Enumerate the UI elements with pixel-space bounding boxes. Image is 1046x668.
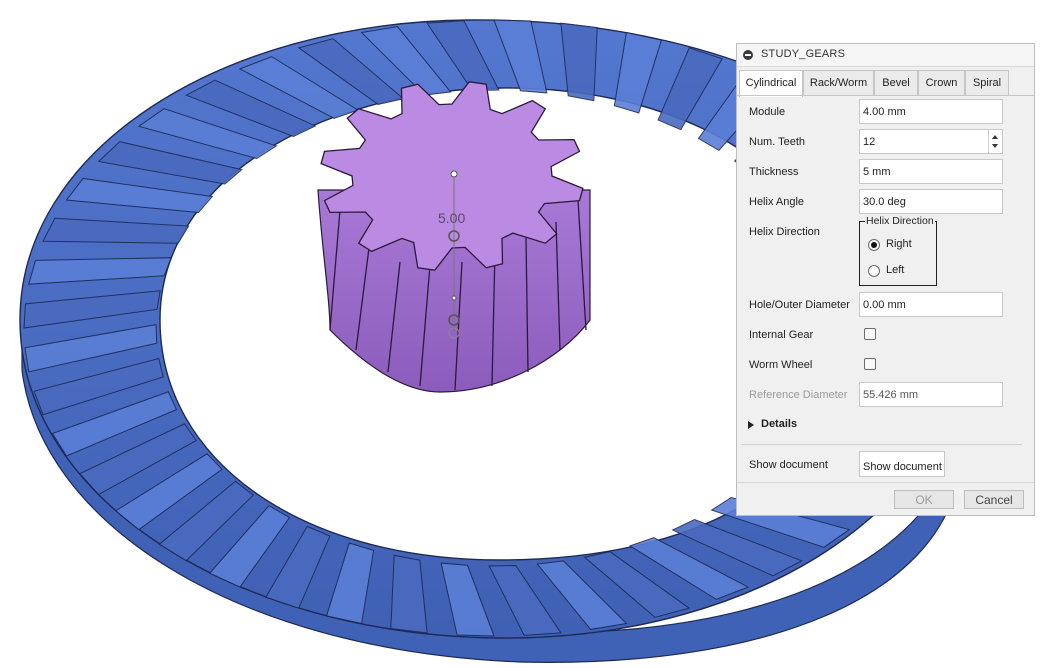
dialog-footer: OK Cancel [737,482,1034,518]
radio-left[interactable] [868,265,880,277]
study-gears-dialog: STUDY_GEARS Cylindrical Rack/Worm Bevel … [736,43,1035,516]
num-teeth-value: 12 [863,136,876,148]
thickness-input[interactable]: 5 mm [859,159,1003,184]
details-section-toggle[interactable]: Details [761,418,797,430]
num-teeth-stepper[interactable]: 12 [859,129,1003,154]
gear-type-tabs: Cylindrical Rack/Worm Bevel Crown Spiral [739,70,1034,97]
tab-spiral[interactable]: Spiral [965,70,1009,95]
module-input[interactable]: 4.00 mm [859,99,1003,124]
increment-arrow-icon[interactable] [992,135,998,139]
cancel-button[interactable]: Cancel [964,490,1024,509]
section-divider [741,444,1022,445]
helix-direction-group: Helix Direction Right Left [859,215,937,286]
radio-right-label[interactable]: Right [886,238,912,250]
helix-angle-label: Helix Angle [749,196,805,208]
stepper-arrows[interactable] [988,130,1002,153]
thickness-label: Thickness [749,166,799,178]
tab-crown[interactable]: Crown [918,70,965,95]
dialog-title: STUDY_GEARS [761,48,846,60]
helix-direction-group-title: Helix Direction [865,215,935,227]
collapse-icon[interactable] [743,50,753,60]
tab-cylindrical[interactable]: Cylindrical [739,70,803,97]
num-teeth-label: Num. Teeth [749,136,806,148]
dialog-title-bar: STUDY_GEARS [737,44,1034,67]
tab-rack-worm[interactable]: Rack/Worm [803,70,874,95]
radio-right[interactable] [868,239,880,251]
dimension-label: 5.00 [438,210,465,226]
radio-left-label[interactable]: Left [886,264,904,276]
reference-diameter-label: Reference Diameter [749,389,848,401]
hole-outer-diameter-label: Hole/Outer Diameter [749,299,850,311]
tab-bevel[interactable]: Bevel [874,70,918,95]
internal-gear-label: Internal Gear [749,329,814,341]
expand-triangle-icon[interactable] [748,421,754,429]
hole-outer-diameter-input[interactable]: 0.00 mm [859,292,1003,317]
worm-wheel-label: Worm Wheel [749,359,813,371]
reference-diameter-value: 55.426 mm [859,382,1003,407]
module-label: Module [749,106,786,118]
helix-direction-label: Helix Direction [749,226,820,238]
worm-wheel-checkbox[interactable] [864,358,876,370]
tab-divider [737,95,1034,96]
show-document-button[interactable]: Show document [859,451,945,477]
pinion-gear[interactable]: 5.00 [317,81,591,393]
decrement-arrow-icon[interactable] [992,144,998,148]
helix-angle-input[interactable]: 30.0 deg [859,189,1003,214]
internal-gear-checkbox[interactable] [864,328,876,340]
ok-button[interactable]: OK [894,490,954,509]
show-document-label: Show document [749,459,828,471]
